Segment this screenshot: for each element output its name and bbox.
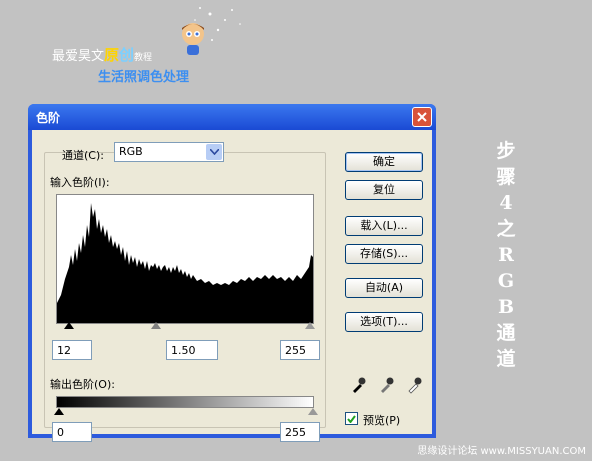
input-black-field[interactable]: 12 — [52, 340, 92, 360]
save-button[interactable]: 存储(S)... — [345, 244, 423, 264]
input-levels-label: 输入色阶(I): — [50, 176, 110, 189]
brand-logo: 最爱昊文原创教程 — [52, 46, 153, 64]
histogram — [56, 194, 314, 324]
black-eyedropper-icon[interactable] — [350, 376, 366, 394]
load-button[interactable]: 载入(L)... — [345, 216, 423, 236]
site-credit: 思缘设计论坛 www.MISSYUAN.COM — [417, 446, 586, 457]
output-white-handle[interactable] — [308, 408, 318, 415]
channel-value: RGB — [119, 145, 143, 158]
output-gradient — [56, 396, 314, 408]
gray-eyedropper-icon[interactable] — [378, 376, 394, 394]
close-icon — [417, 112, 427, 122]
channel-select[interactable]: RGB — [114, 142, 224, 162]
auto-button[interactable]: 自动(A) — [345, 278, 423, 298]
output-white-field[interactable]: 255 — [280, 422, 320, 442]
dialog-body: 通道(C): RGB 输入色阶(I): 12 1.50 255 输出色阶(O):… — [32, 130, 432, 442]
white-eyedropper-icon[interactable] — [406, 376, 422, 394]
input-white-handle[interactable] — [305, 322, 315, 329]
options-button[interactable]: 选项(T)... — [345, 312, 423, 332]
banner: 最爱昊文原创教程 生活照调色处理 — [0, 0, 592, 100]
output-black-field[interactable]: 0 — [52, 422, 92, 442]
step-caption: 步 骤 4 之 R G B 通 道 — [496, 140, 516, 370]
input-black-handle[interactable] — [64, 322, 74, 329]
chevron-down-icon[interactable] — [206, 144, 222, 160]
title-bar[interactable]: 色阶 — [28, 104, 436, 130]
preview-label[interactable]: 预览(P) — [363, 412, 400, 428]
check-icon — [347, 414, 356, 423]
output-black-handle[interactable] — [54, 408, 64, 415]
reset-button[interactable]: 复位 — [345, 180, 423, 200]
input-slider[interactable] — [56, 320, 315, 332]
histogram-graph — [57, 203, 313, 323]
levels-dialog: 色阶 通道(C): RGB 输入色阶(I): 12 1.50 255 输出色阶(… — [28, 104, 436, 442]
preview-checkbox[interactable] — [345, 412, 358, 425]
input-gamma-field[interactable]: 1.50 — [166, 340, 218, 360]
input-white-field[interactable]: 255 — [280, 340, 320, 360]
dialog-title: 色阶 — [36, 111, 61, 125]
output-levels-label: 输出色阶(O): — [50, 378, 115, 391]
channel-label: 通道(C): — [62, 149, 104, 162]
close-button[interactable] — [412, 107, 432, 127]
ok-button[interactable]: 确定 — [345, 152, 423, 172]
mascot-icon — [182, 23, 204, 55]
input-gamma-handle[interactable] — [151, 322, 161, 329]
banner-subtitle: 生活照调色处理 — [98, 70, 190, 85]
